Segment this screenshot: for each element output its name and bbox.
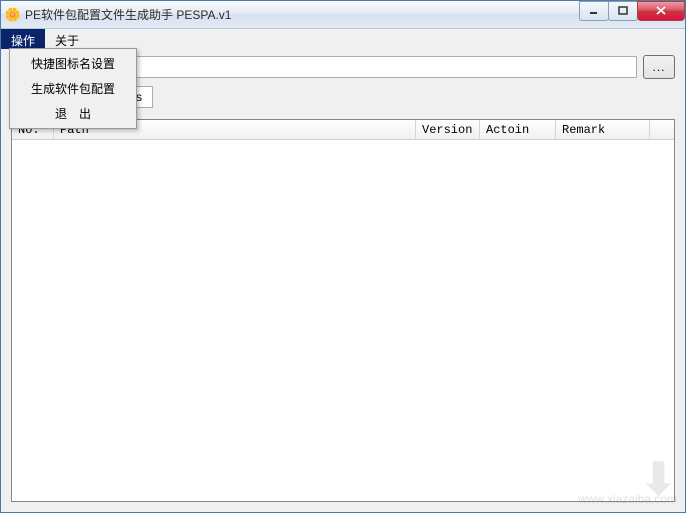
- app-window: 🌼 PE软件包配置文件生成助手 PESPA.v1 操作 关于 快捷图标名设置 生…: [0, 0, 686, 513]
- client-area: 操作 关于 快捷图标名设置 生成软件包配置 退 出 ... No. Path: [1, 29, 685, 512]
- app-icon: 🌼: [5, 7, 21, 23]
- menu-item-shortcut-icon-name[interactable]: 快捷图标名设置: [12, 51, 134, 76]
- window-title: PE软件包配置文件生成助手 PESPA.v1: [25, 6, 580, 23]
- path-input[interactable]: [131, 56, 637, 78]
- col-tail: [650, 120, 674, 139]
- menubar: 操作 关于: [1, 29, 685, 49]
- col-version[interactable]: Version: [416, 120, 480, 139]
- menu-about[interactable]: 关于: [45, 29, 89, 49]
- maximize-button[interactable]: [608, 1, 638, 21]
- table-body[interactable]: [12, 140, 674, 501]
- browse-button[interactable]: ...: [643, 55, 675, 79]
- browse-label: ...: [652, 60, 665, 74]
- col-action[interactable]: Actoin: [480, 120, 556, 139]
- minimize-button[interactable]: [579, 1, 609, 21]
- window-controls: [580, 1, 685, 21]
- titlebar[interactable]: 🌼 PE软件包配置文件生成助手 PESPA.v1: [1, 1, 685, 29]
- close-button[interactable]: [637, 1, 685, 21]
- result-table: No. Path Version Actoin Remark: [11, 119, 675, 502]
- menu-dropdown: 快捷图标名设置 生成软件包配置 退 出: [9, 48, 137, 129]
- menu-item-exit[interactable]: 退 出: [12, 101, 134, 126]
- menu-operation[interactable]: 操作: [1, 29, 45, 49]
- menu-item-generate-config[interactable]: 生成软件包配置: [12, 76, 134, 101]
- col-remark[interactable]: Remark: [556, 120, 650, 139]
